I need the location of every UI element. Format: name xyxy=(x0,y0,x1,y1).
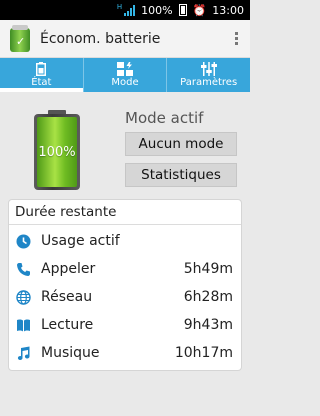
tab-label: État xyxy=(31,77,52,88)
music-icon xyxy=(15,345,31,361)
list-item-lecture: Lecture 9h43m xyxy=(9,313,241,337)
tab-bar: État Mode Paramètres xyxy=(0,58,250,92)
battery-percent-label: 100% xyxy=(38,144,76,160)
battery-percent: 100% xyxy=(141,3,173,17)
divider xyxy=(9,224,241,225)
list-item-reseau: Réseau 6h28m xyxy=(9,285,241,309)
action-bar: ✓ Éconоm. batterie xyxy=(0,20,250,58)
mode-icon xyxy=(117,62,133,76)
app-title: Éconоm. batterie xyxy=(40,30,161,47)
tab-mode[interactable]: Mode xyxy=(82,58,167,92)
clock-icon xyxy=(15,233,31,249)
current-mode-button[interactable]: Aucun mode xyxy=(125,132,237,156)
app-logo-icon[interactable]: ✓ xyxy=(8,24,34,53)
tab-etat[interactable]: État xyxy=(0,58,83,92)
tab-parametres[interactable]: Paramètres xyxy=(166,58,250,92)
network-type: H xyxy=(116,3,123,11)
signal-icon xyxy=(124,4,136,16)
list-item-usage-actif: Usage actif xyxy=(9,229,241,253)
book-icon xyxy=(15,317,31,333)
list-item-musique: Musique 10h17m xyxy=(9,341,241,365)
status-battery-icon xyxy=(178,4,187,16)
battery-icon xyxy=(36,62,47,76)
tab-label: Mode xyxy=(111,77,139,88)
battery-level-indicator: 100% xyxy=(34,110,80,190)
remaining-time-panel: Durée restante Usage actif Appeler 5h49m… xyxy=(8,199,242,371)
remaining-time-title: Durée restante xyxy=(15,204,117,220)
active-mode-label: Mode actif xyxy=(125,109,204,127)
battery-fill: 100% xyxy=(37,117,77,187)
clock-time: 13:00 xyxy=(212,3,244,17)
statistics-button[interactable]: Statistiques xyxy=(125,163,237,187)
sliders-icon xyxy=(200,62,217,76)
tab-label: Paramètres xyxy=(180,77,238,88)
globe-icon xyxy=(15,289,31,305)
status-bar: H 100% ⏰ 13:00 xyxy=(0,0,250,20)
overflow-menu-icon[interactable] xyxy=(235,32,238,45)
list-item-appeler: Appeler 5h49m xyxy=(9,257,241,281)
alarm-icon: ⏰ xyxy=(192,3,207,17)
phone-icon xyxy=(15,261,31,277)
